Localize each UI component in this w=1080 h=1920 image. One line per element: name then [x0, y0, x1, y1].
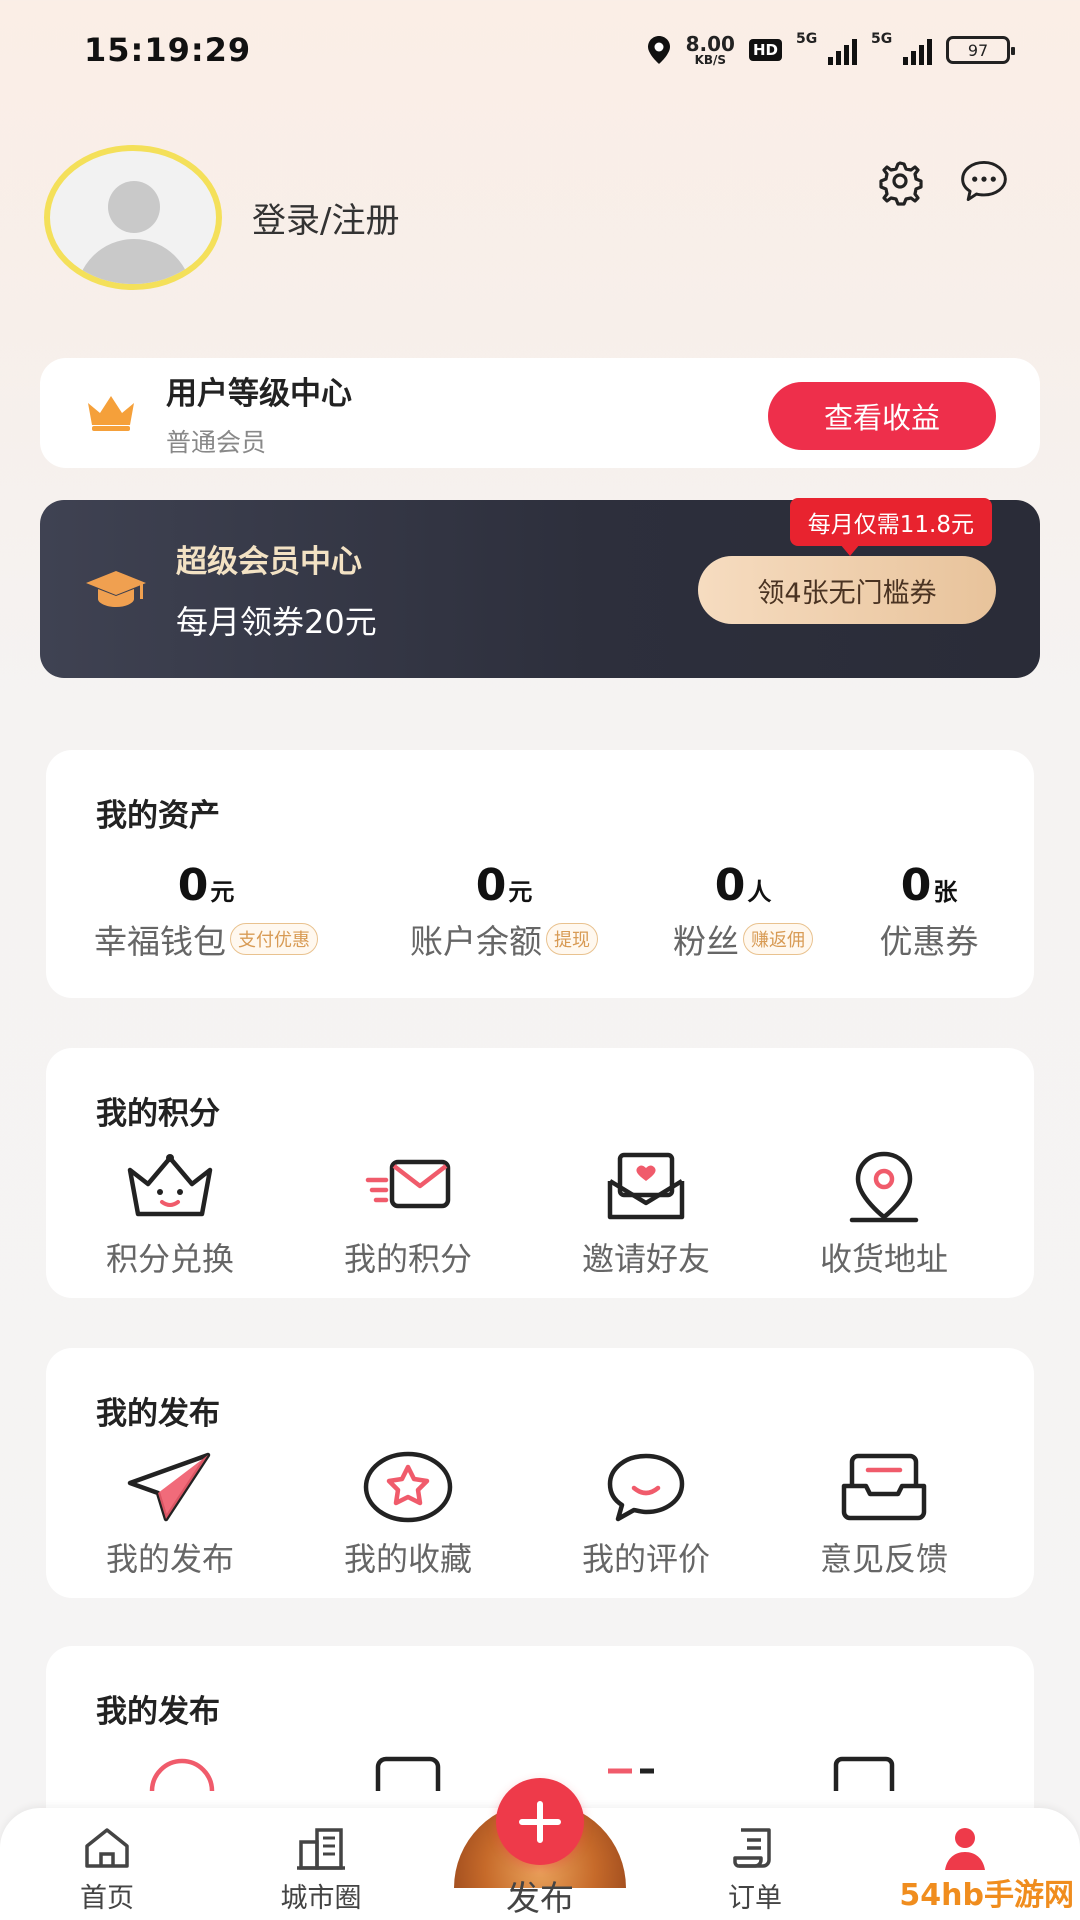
my-favorites-item[interactable]: 我的收藏: [289, 1448, 527, 1580]
status-bar: 15:19:29 8.00 KB/S HD 5G 5G 97: [0, 0, 1080, 100]
home-icon: [80, 1826, 134, 1870]
asset-tag: 支付优惠: [230, 923, 318, 955]
my-assets-section: 我的资产 0元 幸福钱包 支付优惠 0元 账户余额 提现 0人 粉丝 赚返佣 0张 优…: [46, 750, 1034, 998]
nav-orders[interactable]: 订单: [690, 1826, 820, 1915]
publish-item-label: 我的发布: [105, 1540, 234, 1578]
star-icon: [360, 1448, 456, 1526]
profile-icon: [938, 1826, 992, 1870]
orders-icon: [728, 1826, 782, 1870]
vip-promo-badge: 每月仅需11.8元: [789, 498, 992, 556]
signal-label-1: 5G: [796, 31, 818, 47]
asset-fans[interactable]: 0人 粉丝 赚返佣: [642, 860, 844, 963]
points-item-label: 收货地址: [819, 1240, 948, 1278]
asset-wallet[interactable]: 0元 幸福钱包 支付优惠: [46, 860, 366, 963]
nav-publish[interactable]: 发布: [454, 1776, 626, 1920]
points-item-label: 邀请好友: [581, 1240, 710, 1278]
publish-title: 我的发布: [96, 1396, 220, 1432]
publish-plus-button[interactable]: [496, 1778, 584, 1865]
nav-profile[interactable]: [900, 1826, 1030, 1870]
my-posts-item[interactable]: 我的发布: [51, 1448, 289, 1580]
feedback-item[interactable]: 意见反馈: [765, 1448, 1003, 1580]
publish2-title: 我的发布: [96, 1694, 220, 1730]
level-title: 用户等级中心: [166, 375, 352, 412]
nav-home[interactable]: 首页: [42, 1826, 172, 1915]
login-register-link[interactable]: 登录/注册: [252, 193, 399, 242]
asset-value: 0: [900, 860, 932, 911]
peek-icon-1: [142, 1751, 222, 1791]
crown-icon: [88, 396, 134, 431]
chat-smile-icon: [598, 1448, 694, 1526]
message-icon[interactable]: [958, 155, 1010, 207]
assets-title: 我的资产: [96, 798, 220, 834]
status-icons: 8.00 KB/S HD 5G 5G 97: [646, 31, 1015, 66]
points-item-label: 我的积分: [343, 1240, 472, 1278]
hd-badge: HD: [748, 39, 782, 61]
nav-publish-label: 发布: [506, 1879, 574, 1919]
my-points-item[interactable]: 我的积分: [289, 1148, 527, 1280]
my-publish-section: 我的发布 我的发布 我的收藏 我的评价 意见反馈: [46, 1348, 1034, 1598]
asset-name: 账户余额: [410, 922, 542, 961]
signal-icon-1: 5G: [796, 31, 857, 65]
crown-smile-icon: [122, 1148, 218, 1226]
asset-tag: 赚返佣: [743, 923, 813, 955]
graduation-cap-icon: [86, 571, 146, 607]
asset-tag: 提现: [546, 923, 598, 955]
publish-item-label: 意见反馈: [819, 1540, 948, 1578]
network-speed-unit: KB/S: [694, 53, 727, 67]
asset-value: 0: [177, 860, 209, 911]
plus-icon: [519, 1800, 561, 1843]
asset-name: 优惠券: [879, 922, 979, 961]
asset-name: 粉丝: [673, 922, 739, 961]
mail-fast-icon: [360, 1148, 456, 1226]
avatar[interactable]: [44, 145, 222, 290]
location-icon: [647, 36, 670, 64]
battery-icon: 97: [946, 36, 1015, 64]
asset-name: 幸福钱包: [94, 922, 226, 961]
city-buildings-icon: [294, 1826, 348, 1870]
network-speed: 8.00 KB/S: [686, 34, 735, 66]
watermark-logo: 54hb手游网: [899, 1878, 1074, 1913]
nav-city-label: 城市圈: [280, 1883, 362, 1914]
view-earnings-button[interactable]: 查看收益: [768, 382, 996, 450]
signal-label-2: 5G: [871, 31, 893, 47]
asset-unit: 人: [747, 878, 772, 906]
network-speed-value: 8.00: [685, 32, 735, 56]
vip-subtitle: 每月领券20元: [176, 602, 377, 641]
peek-icon-4: [826, 1751, 906, 1791]
asset-coupons[interactable]: 0张 优惠券: [844, 860, 1014, 963]
asset-unit: 元: [210, 878, 235, 906]
my-reviews-item[interactable]: 我的评价: [527, 1448, 765, 1580]
asset-value: 0: [714, 860, 746, 911]
points-item-label: 积分兑换: [105, 1240, 234, 1278]
heart-letter-icon: [598, 1148, 694, 1226]
asset-balance[interactable]: 0元 账户余额 提现: [366, 860, 642, 963]
shipping-address-item[interactable]: 收货地址: [765, 1148, 1003, 1280]
nav-orders-label: 订单: [728, 1883, 782, 1914]
super-vip-card[interactable]: 超级会员中心 每月领券20元 每月仅需11.8元 领4张无门槛券: [40, 498, 1040, 678]
points-exchange-item[interactable]: 积分兑换: [51, 1148, 289, 1280]
battery-level: 97: [967, 40, 989, 60]
asset-unit: 张: [933, 878, 958, 906]
asset-unit: 元: [508, 878, 533, 906]
profile-header[interactable]: 登录/注册: [44, 145, 399, 290]
asset-value: 0: [475, 860, 507, 911]
my-points-section: 我的积分 积分兑换 我的积分 邀请好友 收货地址: [46, 1048, 1034, 1298]
level-subtitle: 普通会员: [166, 427, 267, 457]
claim-coupons-button[interactable]: 领4张无门槛券: [698, 556, 996, 624]
status-time: 15:19:29: [84, 31, 252, 69]
paper-plane-icon: [122, 1448, 218, 1526]
invite-friends-item[interactable]: 邀请好友: [527, 1148, 765, 1280]
nav-city[interactable]: 城市圈: [256, 1826, 386, 1915]
gear-icon[interactable]: [874, 155, 926, 207]
location-pin-icon: [836, 1148, 932, 1226]
publish-item-label: 我的收藏: [343, 1540, 472, 1578]
vip-title: 超级会员中心: [176, 543, 362, 580]
peek-icon-2: [368, 1751, 448, 1791]
inbox-icon: [836, 1448, 932, 1526]
user-level-card[interactable]: 用户等级中心 普通会员 查看收益: [40, 358, 1040, 468]
points-title: 我的积分: [96, 1096, 220, 1132]
publish-item-label: 我的评价: [581, 1540, 710, 1578]
nav-home-label: 首页: [80, 1883, 134, 1914]
signal-icon-2: 5G: [871, 31, 932, 65]
